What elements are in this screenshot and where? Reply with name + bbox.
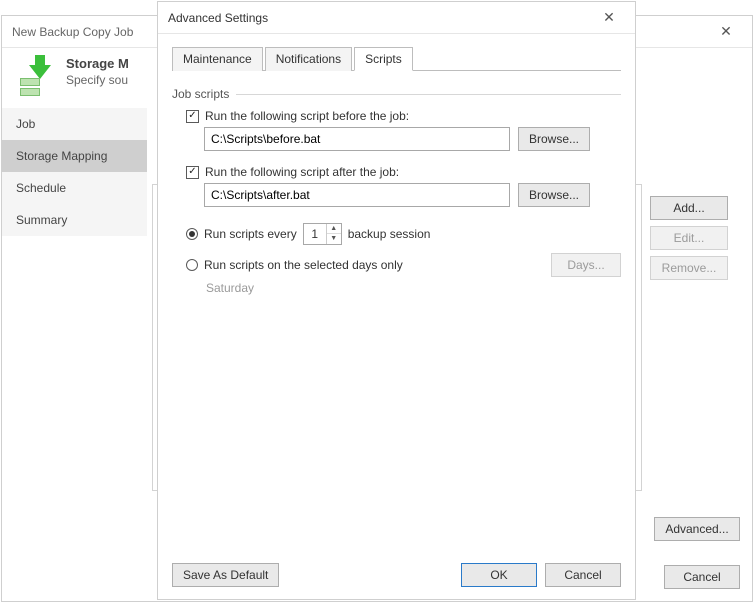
advanced-footer: Save As Default OK Cancel [172, 553, 621, 587]
before-script-checkbox[interactable] [186, 110, 199, 123]
wizard-cancel-button[interactable]: Cancel [664, 565, 740, 589]
spinner-up-icon[interactable]: ▲ [327, 224, 341, 234]
after-script-input[interactable] [204, 183, 510, 207]
before-script-row: Run the following script before the job: [186, 109, 621, 123]
wizard-step-summary[interactable]: Summary [2, 204, 147, 236]
run-days-label: Run scripts on the selected days only [204, 258, 403, 272]
wizard-steps: Job Storage Mapping Schedule Summary [2, 108, 147, 236]
job-scripts-fieldset: Job scripts Run the following script bef… [172, 81, 621, 553]
advanced-body: Maintenance Notifications Scripts Job sc… [158, 34, 635, 599]
wizard-footer: Cancel [664, 565, 740, 589]
wizard-heading-block: Storage M Specify sou [66, 56, 129, 87]
advanced-title: Advanced Settings [168, 11, 268, 25]
after-browse-button[interactable]: Browse... [518, 183, 590, 207]
before-script-input[interactable] [204, 127, 510, 151]
advanced-close-icon[interactable]: ✕ [593, 2, 625, 33]
selected-days-text: Saturday [206, 281, 621, 295]
wizard-subheading: Specify sou [66, 73, 129, 87]
wizard-title: New Backup Copy Job [12, 25, 133, 39]
run-days-radio[interactable] [186, 259, 198, 271]
run-every-suffix: backup session [348, 227, 431, 241]
after-script-row: Run the following script after the job: [186, 165, 621, 179]
tab-maintenance[interactable]: Maintenance [172, 47, 263, 71]
spinner-down-icon[interactable]: ▼ [327, 234, 341, 244]
after-script-label: Run the following script after the job: [205, 165, 399, 179]
close-icon[interactable]: ✕ [710, 16, 742, 47]
wizard-step-icon [16, 56, 56, 96]
advanced-settings-dialog: Advanced Settings ✕ Maintenance Notifica… [157, 1, 636, 600]
tab-scripts[interactable]: Scripts [354, 47, 413, 71]
run-every-spinner[interactable]: 1 ▲ ▼ [303, 223, 342, 245]
fieldset-divider [236, 94, 621, 95]
run-every-row: Run scripts every 1 ▲ ▼ backup session [186, 223, 621, 245]
wizard-heading: Storage M [66, 56, 129, 71]
days-button: Days... [551, 253, 621, 277]
advanced-button[interactable]: Advanced... [654, 517, 740, 541]
wizard-step-job[interactable]: Job [2, 108, 147, 140]
spinner-buttons: ▲ ▼ [326, 224, 341, 244]
before-script-label: Run the following script before the job: [205, 109, 409, 123]
save-as-default-button[interactable]: Save As Default [172, 563, 279, 587]
run-days-row: Run scripts on the selected days only Da… [186, 253, 621, 277]
advanced-button-holder: Advanced... [654, 517, 740, 541]
after-script-input-row: Browse... [204, 183, 621, 207]
wizard-step-storage-mapping[interactable]: Storage Mapping [2, 140, 147, 172]
run-every-prefix: Run scripts every [204, 227, 297, 241]
run-every-radio[interactable] [186, 228, 198, 240]
ok-button[interactable]: OK [461, 563, 537, 587]
tab-notifications[interactable]: Notifications [265, 47, 352, 71]
after-script-checkbox[interactable] [186, 166, 199, 179]
add-button[interactable]: Add... [650, 196, 728, 220]
remove-button: Remove... [650, 256, 728, 280]
advanced-titlebar: Advanced Settings ✕ [158, 2, 635, 34]
run-every-value: 1 [304, 224, 326, 244]
cancel-button[interactable]: Cancel [545, 563, 621, 587]
wizard-step-schedule[interactable]: Schedule [2, 172, 147, 204]
before-script-input-row: Browse... [204, 127, 621, 151]
wizard-side-buttons: Add... Edit... Remove... [650, 184, 740, 280]
edit-button: Edit... [650, 226, 728, 250]
advanced-tabs: Maintenance Notifications Scripts [172, 46, 621, 71]
job-scripts-legend: Job scripts [172, 87, 235, 101]
before-browse-button[interactable]: Browse... [518, 127, 590, 151]
